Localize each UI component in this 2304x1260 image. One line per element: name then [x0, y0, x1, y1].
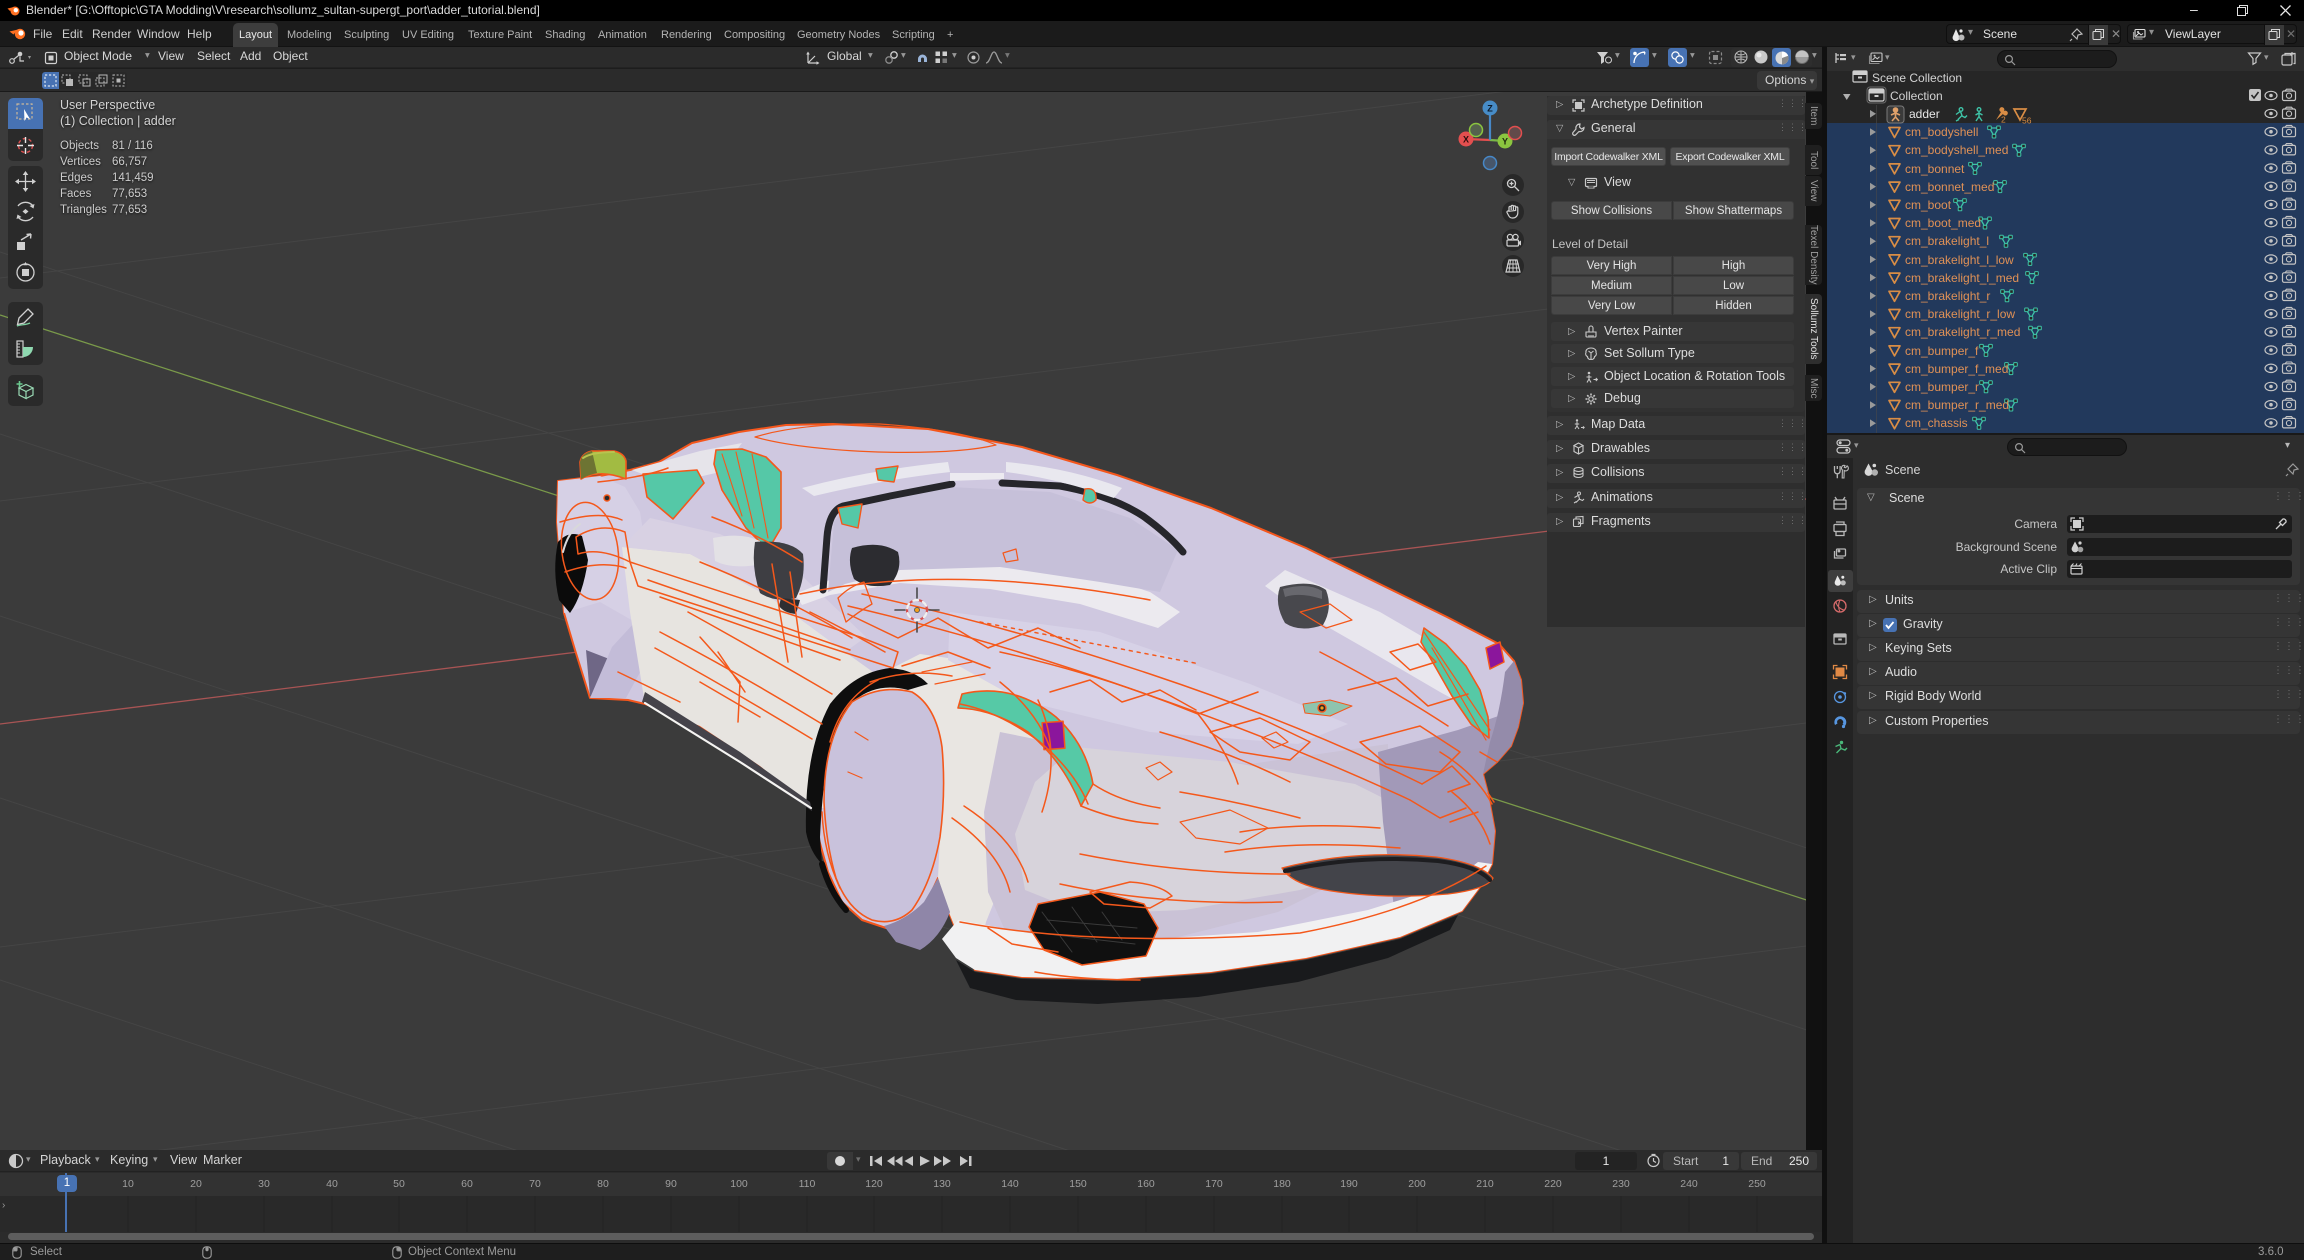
svg-text:250: 250 [1748, 1178, 1766, 1190]
svg-text:210: 210 [1476, 1178, 1494, 1190]
svg-text:50: 50 [393, 1178, 405, 1190]
svg-text:Y: Y [1502, 137, 1508, 147]
svg-text:140: 140 [1001, 1178, 1019, 1190]
svg-text:230: 230 [1612, 1178, 1630, 1190]
svg-text:30: 30 [258, 1178, 270, 1190]
svg-text:60: 60 [461, 1178, 473, 1190]
svg-text:80: 80 [597, 1178, 609, 1190]
svg-text:100: 100 [730, 1178, 748, 1190]
svg-text:120: 120 [865, 1178, 883, 1190]
svg-text:240: 240 [1680, 1178, 1698, 1190]
svg-text:130: 130 [933, 1178, 951, 1190]
svg-text:X: X [1463, 135, 1469, 145]
svg-text:220: 220 [1544, 1178, 1562, 1190]
svg-text:90: 90 [665, 1178, 677, 1190]
svg-text:Z: Z [1487, 104, 1493, 114]
svg-text:110: 110 [799, 1178, 816, 1190]
svg-text:70: 70 [529, 1178, 541, 1190]
svg-text:10: 10 [122, 1178, 134, 1190]
svg-text:160: 160 [1137, 1178, 1155, 1190]
svg-text:150: 150 [1069, 1178, 1087, 1190]
svg-text:190: 190 [1340, 1178, 1358, 1190]
svg-text:180: 180 [1273, 1178, 1291, 1190]
svg-text:170: 170 [1205, 1178, 1223, 1190]
svg-text:200: 200 [1408, 1178, 1426, 1190]
svg-text:40: 40 [326, 1178, 338, 1190]
svg-text:20: 20 [190, 1178, 202, 1190]
